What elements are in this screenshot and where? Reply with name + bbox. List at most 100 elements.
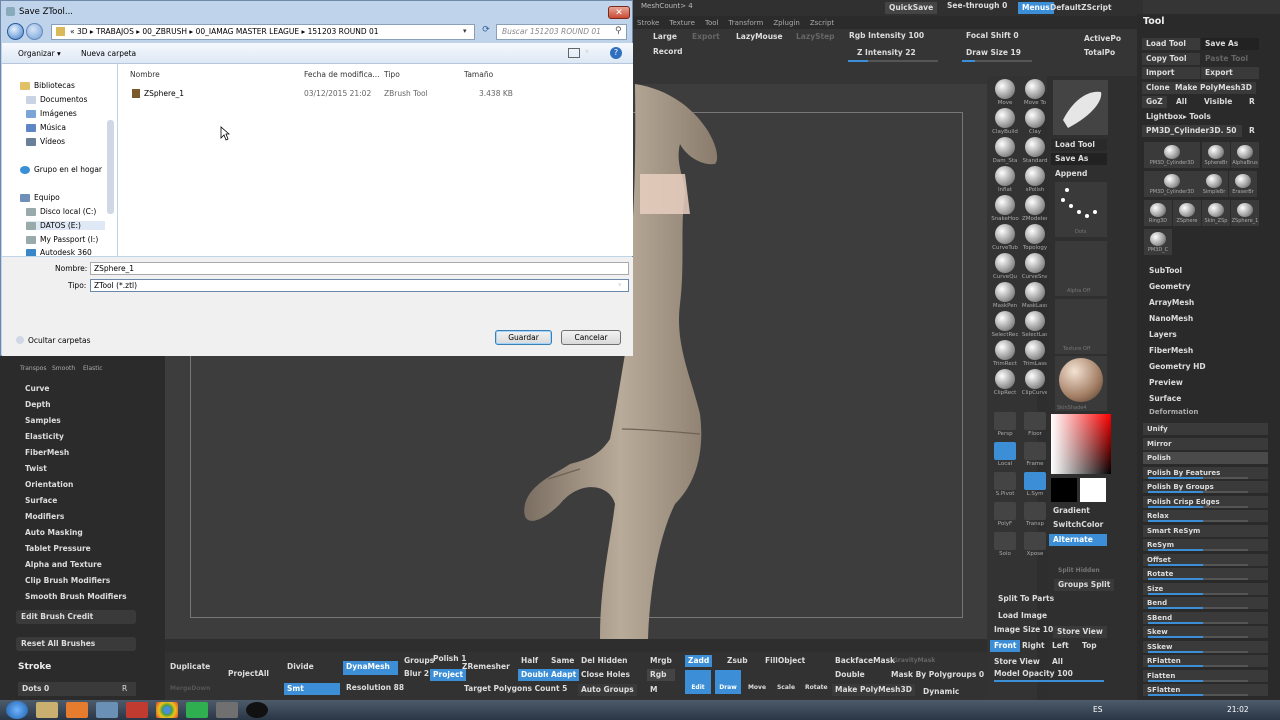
split-to-parts-button[interactable]: Split To Parts (994, 593, 1058, 605)
lightbox-tools-button[interactable]: Lightbox▸ Tools (1142, 111, 1215, 123)
view-options-icon[interactable] (568, 48, 580, 58)
zsub-button[interactable]: Zsub (724, 655, 751, 667)
tool-menu-surface[interactable]: Surface (1149, 394, 1181, 403)
smt-toggle[interactable]: Smt (284, 683, 340, 695)
deform-sskew[interactable]: SSkew (1143, 640, 1268, 653)
save-button[interactable]: Guardar (495, 330, 552, 345)
filetype-dropdown-icon[interactable]: ▾ (618, 281, 622, 289)
organize-button[interactable]: Organizar ▾ (18, 49, 61, 58)
deform-smart-resym[interactable]: Smart ReSym (1143, 524, 1268, 537)
tool-thumb-pm3d-cylinder3d[interactable]: PM3D_Cylinder3D (1144, 142, 1200, 168)
deform-rflatten[interactable]: RFlatten (1143, 655, 1268, 667)
projectall-button[interactable]: ProjectAll (225, 668, 272, 680)
brush-curvequ[interactable]: CurveQu (990, 253, 1020, 280)
tool-thumb-eraserbr[interactable]: EraserBr (1229, 171, 1257, 197)
explorer-icon[interactable] (36, 702, 58, 718)
dynamic-button[interactable]: Dynamic (920, 686, 962, 698)
address-dropdown-icon[interactable]: ▾ (463, 27, 467, 35)
brush-move[interactable]: Move (990, 79, 1020, 106)
texture-thumbnail[interactable]: Texture Off (1055, 299, 1107, 354)
current-tool-slider[interactable]: PM3D_Cylinder3D. 50 (1142, 125, 1242, 137)
brush-topology[interactable]: Topology (1020, 224, 1050, 251)
chrome-icon[interactable] (156, 702, 178, 718)
menu-zplugin[interactable]: Zplugin (773, 19, 799, 27)
column-name[interactable]: Nombre (130, 70, 160, 79)
focal-shift-slider[interactable]: Focal Shift 0 (962, 30, 1023, 42)
secondary-color-swatch[interactable] (1080, 478, 1106, 502)
clock[interactable]: 21:02 (1227, 705, 1249, 714)
brush-elastic-icon[interactable]: Elastic (83, 365, 103, 372)
model-opacity-slider[interactable]: Model Opacity 100 (990, 668, 1077, 680)
brush-selectrec[interactable]: SelectRec (990, 311, 1020, 338)
paste-tool-button[interactable]: Paste Tool (1201, 53, 1259, 65)
menu-fibermesh[interactable]: FiberMesh (25, 448, 69, 457)
fillobject-button[interactable]: FillObject (762, 655, 808, 667)
z-intensity-slider[interactable]: Z Intensity 22 (853, 47, 920, 59)
column-type[interactable]: Tipo (384, 70, 400, 79)
nav-documents[interactable]: Documentos (26, 95, 87, 104)
nav-computer[interactable]: Equipo (20, 193, 60, 202)
brush-clay[interactable]: Clay (1020, 108, 1050, 135)
del-hidden-button[interactable]: Del Hidden (578, 655, 631, 667)
nav-scrollbar[interactable] (107, 120, 114, 214)
tool-thumb-pm3d-c[interactable]: PM3D_C (1144, 229, 1172, 255)
deform-polish[interactable]: Polish (1143, 452, 1268, 464)
tool-menu-geometry[interactable]: Geometry (1149, 282, 1190, 291)
view-s-pivot-button[interactable]: S.Pivot (990, 472, 1020, 497)
brush-curvesna[interactable]: CurveSna (1020, 253, 1050, 280)
menu-smooth-brush-modifiers[interactable]: Smooth Brush Modifiers (25, 592, 127, 601)
stroke-palette-title[interactable]: Stroke (18, 662, 51, 672)
collapse-icon[interactable]: ^ (16, 336, 24, 344)
new-folder-button[interactable]: Nueva carpeta (81, 49, 136, 58)
deform-flatten[interactable]: Flatten (1143, 669, 1268, 682)
menu-zscript[interactable]: Zscript (810, 19, 834, 27)
zremesher-button[interactable]: ZRemesher (459, 661, 513, 673)
nav-images[interactable]: Imágenes (26, 109, 77, 118)
default-zscript-button[interactable]: DefaultZScript (1046, 2, 1116, 14)
deform-sbend[interactable]: SBend (1143, 611, 1268, 624)
tool-menu-subtool[interactable]: SubTool (1149, 266, 1182, 275)
menu-curve[interactable]: Curve (25, 384, 50, 393)
address-breadcrumb[interactable]: « 3D ▸ TRABAJOS ▸ 00_ZBRUSH ▸ 00_IAMAG M… (51, 24, 475, 40)
load-image-button[interactable]: Load Image (994, 610, 1051, 622)
brush-masklass[interactable]: MaskLass (1020, 282, 1050, 309)
store-view-button-2[interactable]: Store View (990, 656, 1044, 668)
draw-size-slider[interactable]: Draw Size 19 (962, 47, 1025, 59)
goz-button[interactable]: GoZ (1142, 96, 1167, 108)
see-through-slider[interactable]: See-through 0 (943, 0, 1011, 12)
m-button[interactable]: M (647, 684, 660, 696)
app-red-icon[interactable] (126, 702, 148, 718)
menu-auto-masking[interactable]: Auto Masking (25, 528, 83, 537)
brush-trimlass[interactable]: TrimLass (1020, 340, 1050, 367)
divide-button[interactable]: Divide (284, 661, 317, 673)
tool-thumb-zsphere[interactable]: ZSphere (1173, 200, 1201, 226)
menu-depth[interactable]: Depth (25, 400, 51, 409)
view-solo-button[interactable]: Solo (990, 532, 1020, 557)
tool-thumb-alphabrus[interactable]: AlphaBrus (1231, 142, 1259, 168)
filename-input[interactable]: ZSphere_1 (90, 262, 629, 275)
deform-sflatten[interactable]: SFlatten (1143, 684, 1268, 696)
goz-r-button[interactable]: R (1245, 96, 1259, 108)
material-thumbnail[interactable]: SkinShade4 (1055, 356, 1107, 411)
brush-curvetub[interactable]: CurveTub (990, 224, 1020, 251)
tool-thumb-skin-zsp[interactable]: Skin_ZSp (1202, 200, 1230, 226)
rotate-mode-button[interactable]: Rotate (802, 670, 830, 694)
nav-disk-c[interactable]: Disco local (C:) (26, 207, 96, 216)
dots-selector[interactable]: Dots 0 (18, 682, 136, 696)
edit-brush-credit-button[interactable]: Edit Brush Credit (16, 610, 136, 624)
deform-resym[interactable]: ReSym (1143, 539, 1268, 551)
image-size-slider[interactable]: Image Size 100 (990, 624, 1062, 636)
large-button[interactable]: Large (649, 31, 681, 43)
menu-stroke[interactable]: Stroke (637, 19, 659, 27)
tool-thumb-ring3d[interactable]: Ring3D (1144, 200, 1172, 226)
target-polygons-slider[interactable]: Target Polygons Count 5 (461, 683, 570, 695)
menu-tool[interactable]: Tool (705, 19, 719, 27)
deform-offset[interactable]: Offset (1143, 553, 1268, 566)
tool-thumb-simplebr[interactable]: SimpleBr (1200, 171, 1228, 197)
copy-tool-button[interactable]: Copy Tool (1142, 53, 1200, 65)
nav-passport[interactable]: My Passport (I:) (26, 235, 98, 244)
lazymouse-button[interactable]: LazyMouse (732, 31, 787, 43)
mask-by-polygroups-slider[interactable]: Mask By Polygroups 0 (888, 669, 987, 681)
clone-button[interactable]: Clone (1142, 82, 1174, 94)
all-views-button[interactable]: All (1048, 656, 1067, 668)
